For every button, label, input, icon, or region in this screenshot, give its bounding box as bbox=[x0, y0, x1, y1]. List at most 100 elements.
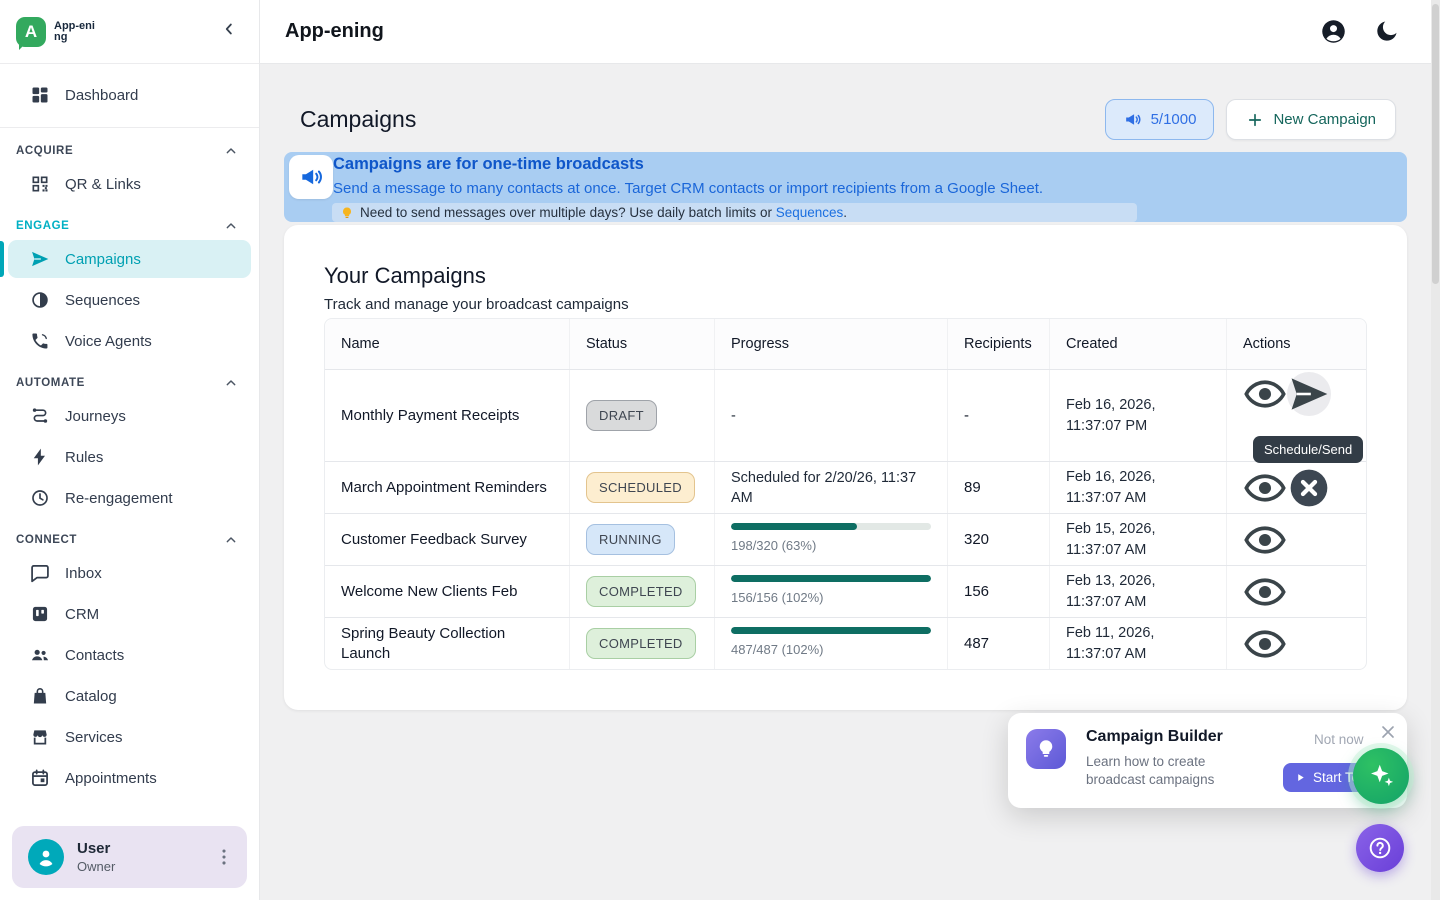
banner-title: Campaigns are for one-time broadcasts bbox=[333, 155, 644, 174]
topbar-title: App-ening bbox=[285, 20, 384, 43]
broadcast-info-banner: Campaigns are for one-time broadcasts Se… bbox=[284, 152, 1407, 222]
dashboard-icon bbox=[30, 85, 50, 105]
people-icon bbox=[30, 645, 50, 665]
send-campaign-button[interactable] bbox=[1287, 372, 1331, 416]
sidebar-section-engage[interactable]: ENGAGE bbox=[16, 218, 239, 234]
not-now-button[interactable]: Not now bbox=[1314, 732, 1364, 747]
sidebar-item-inbox[interactable]: Inbox bbox=[8, 554, 251, 592]
campaign-status-cell: SCHEDULED bbox=[570, 462, 715, 513]
campaign-status-cell: RUNNING bbox=[570, 514, 715, 565]
table-row: Customer Feedback Survey RUNNING 198/320 (… bbox=[325, 513, 1366, 565]
page-scrollbar[interactable] bbox=[1431, 0, 1440, 900]
chat-icon bbox=[30, 563, 50, 583]
progress-label: 198/320 (63%) bbox=[731, 536, 816, 556]
close-icon[interactable] bbox=[1378, 722, 1398, 742]
help-fab[interactable] bbox=[1356, 824, 1404, 872]
campaign-name: March Appointment Reminders bbox=[325, 462, 570, 513]
dark-mode-toggle[interactable] bbox=[1373, 18, 1400, 45]
sidebar-section-connect[interactable]: CONNECT bbox=[16, 532, 239, 548]
view-campaign-button[interactable] bbox=[1243, 466, 1287, 510]
column-header-name: Name bbox=[325, 319, 570, 369]
campaign-created: Feb 16, 2026,11:37:07 PM bbox=[1050, 370, 1227, 461]
campaign-builder-popup: Campaign Builder Learn how to create bro… bbox=[1008, 713, 1407, 808]
campaign-usage-badge[interactable]: 5/1000 bbox=[1105, 99, 1215, 140]
user-card[interactable]: User Owner bbox=[12, 826, 247, 888]
question-icon bbox=[1367, 835, 1393, 861]
user-meta: User Owner bbox=[77, 840, 115, 874]
sidebar-item-label: CRM bbox=[65, 606, 99, 623]
bolt-icon bbox=[30, 447, 50, 467]
sidebar-item-label: Contacts bbox=[65, 647, 124, 664]
ai-assistant-fab[interactable] bbox=[1353, 748, 1409, 804]
column-header-status: Status bbox=[570, 319, 715, 369]
campaign-recipients: 156 bbox=[948, 566, 1050, 617]
card-title: Your Campaigns bbox=[324, 263, 486, 289]
sidebar-item-voice-agents[interactable]: Voice Agents bbox=[8, 322, 251, 360]
sidebar-item-campaigns[interactable]: Campaigns bbox=[8, 240, 251, 278]
lightbulb-icon bbox=[340, 206, 354, 220]
sidebar-section-automate[interactable]: AUTOMATE bbox=[16, 375, 239, 391]
progress-label: 156/156 (102%) bbox=[731, 588, 824, 608]
sidebar-collapse-button[interactable] bbox=[215, 18, 243, 46]
section-label-text: CONNECT bbox=[16, 534, 77, 546]
popup-title: Campaign Builder bbox=[1086, 728, 1223, 746]
sidebar-item-label: Dashboard bbox=[65, 87, 138, 104]
user-menu-button[interactable] bbox=[213, 846, 235, 868]
phone-icon bbox=[30, 331, 50, 351]
sidebar-item-journeys[interactable]: Journeys bbox=[8, 397, 251, 435]
sidebar-item-re-engagement[interactable]: Re-engagement bbox=[8, 479, 251, 517]
sidebar-item-dashboard[interactable]: Dashboard bbox=[8, 76, 251, 114]
sidebar-section-acquire[interactable]: ACQUIRE bbox=[16, 143, 239, 159]
sidebar-item-catalog[interactable]: Catalog bbox=[8, 677, 251, 715]
sidebar-item-appointments[interactable]: Appointments bbox=[8, 759, 251, 797]
campaign-name: Customer Feedback Survey bbox=[325, 514, 570, 565]
sidebar-item-label: Rules bbox=[65, 449, 103, 466]
sidebar-item-sequences[interactable]: Sequences bbox=[8, 281, 251, 319]
view-campaign-button[interactable] bbox=[1243, 622, 1287, 666]
usage-count: 5/1000 bbox=[1151, 111, 1197, 128]
chevron-up-icon bbox=[223, 218, 239, 234]
user-name: User bbox=[77, 840, 115, 857]
sidebar-item-label: Services bbox=[65, 729, 123, 746]
sidebar-item-qr-links[interactable]: QR & Links bbox=[8, 165, 251, 203]
sequences-link[interactable]: Sequences bbox=[776, 205, 844, 220]
sidebar-item-rules[interactable]: Rules bbox=[8, 438, 251, 476]
table-row: March Appointment RemindersSCHEDULEDSche… bbox=[325, 461, 1366, 513]
campaign-recipients: 487 bbox=[948, 618, 1050, 669]
sidebar-item-contacts[interactable]: Contacts bbox=[8, 636, 251, 674]
account-button[interactable] bbox=[1320, 18, 1347, 45]
column-header-progress: Progress bbox=[715, 319, 948, 369]
table-row: Spring Beauty Collection LaunchCOMPLETED… bbox=[325, 617, 1366, 669]
sidebar-item-services[interactable]: Services bbox=[8, 718, 251, 756]
qr-icon bbox=[30, 174, 50, 194]
campaign-created: Feb 15, 2026,11:37:07 AM bbox=[1050, 514, 1227, 565]
user-circle-icon bbox=[1320, 18, 1347, 45]
topbar: App-ening bbox=[260, 0, 1440, 64]
campaign-name: Welcome New Clients Feb bbox=[325, 566, 570, 617]
section-label-text: ACQUIRE bbox=[16, 145, 73, 157]
campaign-name: Spring Beauty Collection Launch bbox=[325, 618, 570, 669]
sidebar-item-label: Sequences bbox=[65, 292, 140, 309]
progress-label: 487/487 (102%) bbox=[731, 640, 824, 660]
view-campaign-button[interactable] bbox=[1243, 372, 1287, 416]
sidebar-dashboard-group: Dashboard bbox=[0, 76, 259, 128]
avatar bbox=[28, 839, 64, 875]
sidebar-item-crm[interactable]: CRM bbox=[8, 595, 251, 633]
sidebar-item-label: Voice Agents bbox=[65, 333, 152, 350]
status-badge: RUNNING bbox=[586, 524, 675, 555]
view-campaign-button[interactable] bbox=[1243, 518, 1287, 562]
chevron-up-icon bbox=[223, 143, 239, 159]
new-campaign-label: New Campaign bbox=[1273, 111, 1376, 128]
scrollbar-thumb[interactable] bbox=[1432, 4, 1439, 284]
cancel-campaign-button[interactable] bbox=[1287, 466, 1331, 510]
section-label-text: ENGAGE bbox=[16, 220, 69, 232]
page-title: Campaigns bbox=[300, 106, 416, 133]
plus-icon bbox=[1246, 111, 1264, 129]
new-campaign-button[interactable]: New Campaign bbox=[1226, 99, 1396, 140]
campaign-progress-cell: 487/487 (102%) bbox=[715, 618, 948, 669]
campaign-recipients: 89 bbox=[948, 462, 1050, 513]
route-icon bbox=[30, 406, 50, 426]
view-campaign-button[interactable] bbox=[1243, 570, 1287, 614]
eye-icon bbox=[1243, 466, 1287, 510]
calendar-icon bbox=[30, 768, 50, 788]
